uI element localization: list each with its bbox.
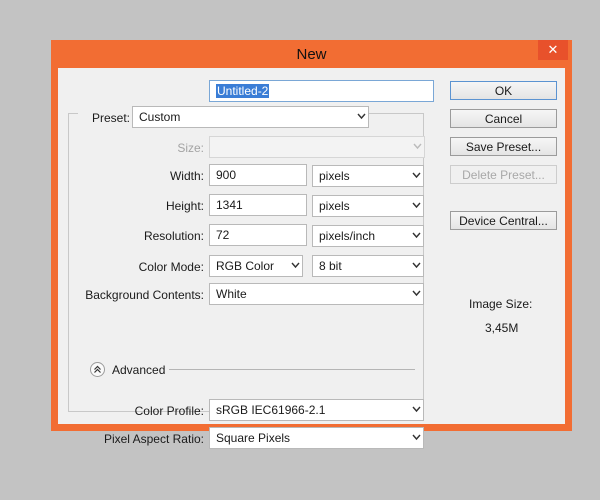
delete-preset-button: Delete Preset... [450,165,557,184]
bit-depth-value: 8 bit [319,259,342,273]
width-unit-value: pixels [319,169,350,183]
color-profile-value: sRGB IEC61966-2.1 [216,403,326,417]
resolution-input[interactable]: 72 [209,224,307,246]
title-bar[interactable]: New ✕ [51,40,572,68]
width-label: Width: [169,169,204,183]
advanced-label: Advanced [112,363,166,377]
background-contents-label: Background Contents: [85,288,204,302]
advanced-divider [169,369,415,370]
height-unit-select[interactable]: pixels [312,195,424,217]
cancel-button[interactable]: Cancel [450,109,557,128]
dialog-title: New [296,46,327,63]
height-value: 1341 [216,198,243,212]
width-unit-select[interactable]: pixels [312,165,424,187]
new-document-dialog: New ✕ Name: Untitled-2 Preset: Custom Si… [51,40,572,449]
close-button[interactable]: ✕ [538,40,568,60]
chevron-down-icon [412,202,421,209]
height-unit-value: pixels [319,199,350,213]
save-preset-button[interactable]: Save Preset... [450,137,557,156]
color-profile-label: Color Profile: [134,404,204,418]
advanced-toggle[interactable] [90,362,105,377]
chevron-down-icon [291,262,300,269]
resolution-value: 72 [216,228,230,242]
ok-button[interactable]: OK [450,81,557,100]
resolution-label: Resolution: [143,229,204,243]
color-mode-value: RGB Color [216,259,275,273]
resolution-unit-value: pixels/inch [319,229,376,243]
size-label: Size: [177,141,204,155]
height-label: Height: [165,199,204,213]
height-input[interactable]: 1341 [209,194,307,216]
name-field[interactable]: Untitled-2 [209,80,434,102]
color-mode-label: Color Mode: [138,260,204,274]
chevron-down-icon [412,290,421,297]
dialog-body: Name: Untitled-2 Preset: Custom Size: Wi… [58,68,565,449]
image-size-value: 3,45M [485,321,519,335]
chevron-down-icon [357,113,366,120]
chevron-down-icon [413,143,422,150]
pixel-aspect-label: Pixel Aspect Ratio: [103,432,204,446]
chevron-down-icon [412,172,421,179]
chevron-down-icon [412,406,421,413]
width-value: 900 [216,168,237,182]
image-size-label: Image Size: [469,297,533,311]
device-central-button[interactable]: Device Central... [450,211,557,230]
background-contents-select[interactable]: White [209,283,424,305]
chevron-down-icon [412,262,421,269]
close-icon: ✕ [547,42,559,57]
resolution-unit-select[interactable]: pixels/inch [312,225,424,247]
width-input[interactable]: 900 [209,164,307,186]
chevron-down-icon [412,434,421,441]
preset-value: Custom [139,110,181,124]
preset-select[interactable]: Custom [132,106,369,128]
pixel-aspect-select[interactable]: Square Pixels [209,427,424,449]
double-chevron-up-icon [93,363,102,377]
bit-depth-select[interactable]: 8 bit [312,255,424,277]
name-value: Untitled-2 [216,84,270,98]
color-profile-select[interactable]: sRGB IEC61966-2.1 [209,399,424,421]
size-select [209,136,425,158]
background-contents-value: White [216,287,247,301]
color-mode-select[interactable]: RGB Color [209,255,303,277]
preset-label: Preset: [78,111,132,125]
pixel-aspect-value: Square Pixels [216,431,291,445]
chevron-down-icon [412,232,421,239]
